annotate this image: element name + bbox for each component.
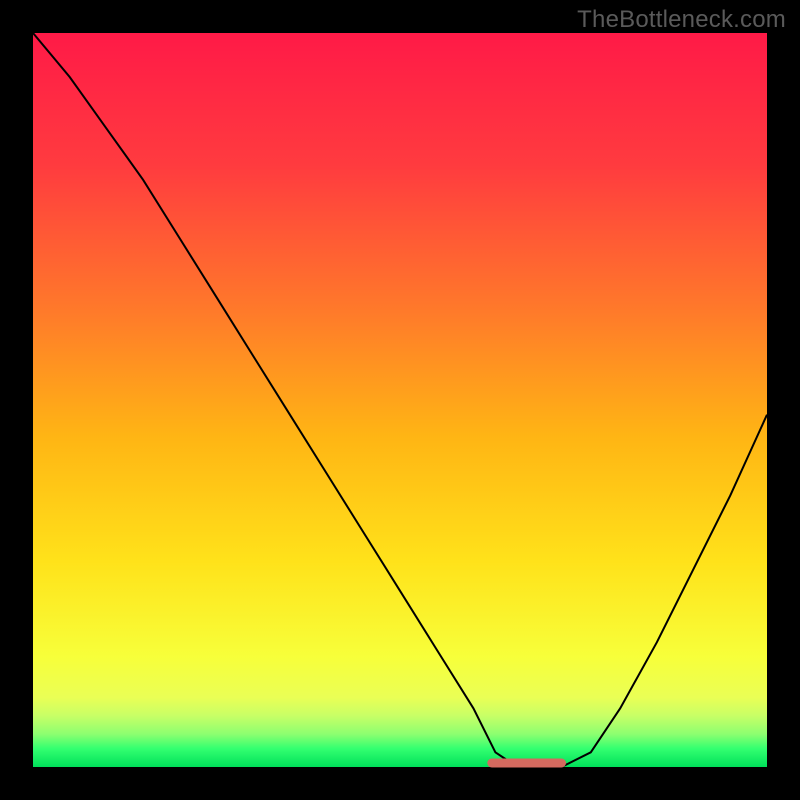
watermark-text: TheBottleneck.com [577,6,786,34]
chart-frame: TheBottleneck.com [0,0,800,800]
bottleneck-chart [0,0,800,800]
plot-background [33,33,767,767]
